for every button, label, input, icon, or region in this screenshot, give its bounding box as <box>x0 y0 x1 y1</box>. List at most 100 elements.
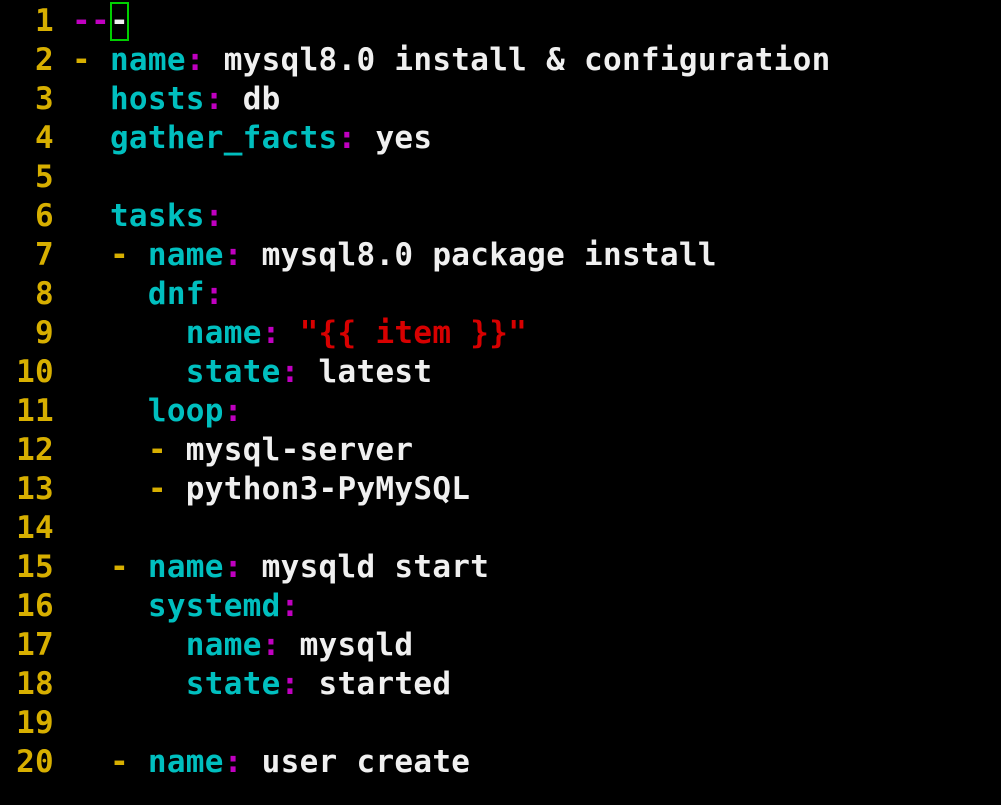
editor-line[interactable]: 20 - name: user create <box>0 743 1001 782</box>
yaml-colon: : <box>337 120 357 156</box>
yaml-colon: : <box>261 627 281 663</box>
editor-line[interactable]: 14 <box>0 509 1001 548</box>
line-number: 10 <box>16 354 54 390</box>
line-number: 7 <box>35 237 54 273</box>
line-number: 15 <box>16 549 54 585</box>
line-number: 11 <box>16 393 54 429</box>
yaml-colon: : <box>280 354 300 390</box>
document-start-marker: -- <box>72 3 110 39</box>
line-number: 14 <box>16 510 54 546</box>
line-number: 16 <box>16 588 54 624</box>
list-dash: - <box>109 237 148 273</box>
line-content: name: "{{ item }}" <box>72 314 527 353</box>
yaml-colon: : <box>280 588 300 624</box>
yaml-value: mysqld start <box>242 549 490 585</box>
line-content: - name: mysqld start <box>72 548 489 587</box>
yaml-key: state <box>185 666 281 702</box>
line-content: gather_facts: yes <box>72 119 432 158</box>
yaml-value: yes <box>356 120 433 156</box>
editor-line[interactable]: 5 <box>0 158 1001 197</box>
yaml-key: gather_facts <box>109 120 338 156</box>
yaml-value: mysqld <box>280 627 414 663</box>
text-cursor[interactable]: - <box>109 2 129 41</box>
yaml-value: user create <box>242 744 471 780</box>
yaml-key: name <box>185 315 262 351</box>
line-content: --- <box>72 2 129 41</box>
editor-line[interactable]: 3 hosts: db <box>0 80 1001 119</box>
yaml-key: dnf <box>147 276 205 312</box>
editor-line[interactable]: 18 state: started <box>0 665 1001 704</box>
yaml-key: loop <box>147 393 224 429</box>
yaml-value: started <box>299 666 452 702</box>
editor-line[interactable]: 16 systemd: <box>0 587 1001 626</box>
editor-line[interactable]: 9 name: "{{ item }}" <box>0 314 1001 353</box>
line-content: hosts: db <box>72 80 281 119</box>
line-number: 19 <box>16 705 54 741</box>
yaml-key: name <box>147 549 224 585</box>
yaml-colon: : <box>223 237 243 273</box>
yaml-colon: : <box>223 549 243 585</box>
editor-line[interactable]: 6 tasks: <box>0 197 1001 236</box>
yaml-colon: : <box>204 198 224 234</box>
line-number: 18 <box>16 666 54 702</box>
editor-line[interactable]: 13 - python3-PyMySQL <box>0 470 1001 509</box>
line-number: 9 <box>35 315 54 351</box>
yaml-value: mysql8.0 package install <box>242 237 717 273</box>
line-number: 5 <box>35 159 54 195</box>
editor-line[interactable]: 4 gather_facts: yes <box>0 119 1001 158</box>
yaml-key: hosts <box>109 81 205 117</box>
editor-line[interactable]: 1 --- <box>0 2 1001 41</box>
line-number: 1 <box>35 3 54 39</box>
yaml-colon: : <box>280 666 300 702</box>
code-editor[interactable]: 1 --- 2- name: mysql8.0 install & configur… <box>0 2 1001 805</box>
editor-lines: 1 --- 2- name: mysql8.0 install & configur… <box>0 2 1001 782</box>
editor-line[interactable]: 7 - name: mysql8.0 package install <box>0 236 1001 275</box>
editor-line[interactable]: 2- name: mysql8.0 install & configuratio… <box>0 41 1001 80</box>
yaml-value: mysql-server <box>185 432 414 468</box>
yaml-key: state <box>185 354 281 390</box>
yaml-colon: : <box>261 315 281 351</box>
yaml-key: name <box>147 744 224 780</box>
yaml-value: python3-PyMySQL <box>185 471 471 507</box>
yaml-colon: : <box>204 276 224 312</box>
yaml-string: "{{ item }}" <box>299 315 528 351</box>
line-number: 17 <box>16 627 54 663</box>
editor-line[interactable]: 11 loop: <box>0 392 1001 431</box>
yaml-value: latest <box>299 354 433 390</box>
line-content: systemd: <box>72 587 300 626</box>
line-number: 20 <box>16 744 54 780</box>
editor-line[interactable]: 15 - name: mysqld start <box>0 548 1001 587</box>
editor-line[interactable]: 10 state: latest <box>0 353 1001 392</box>
editor-line[interactable]: 19 <box>0 704 1001 743</box>
line-content: - mysql-server <box>72 431 413 470</box>
yaml-key: name <box>147 237 224 273</box>
yaml-colon: : <box>223 393 243 429</box>
line-content: state: latest <box>72 353 432 392</box>
line-content: - name: user create <box>72 743 470 782</box>
editor-line[interactable]: 8 dnf: <box>0 275 1001 314</box>
line-number: 3 <box>35 81 54 117</box>
editor-line[interactable]: 17 name: mysqld <box>0 626 1001 665</box>
yaml-colon: : <box>204 81 224 117</box>
line-number: 4 <box>35 120 54 156</box>
list-dash: - <box>147 471 186 507</box>
list-dash: - <box>147 432 186 468</box>
line-content: dnf: <box>72 275 224 314</box>
line-content: name: mysqld <box>72 626 413 665</box>
line-number: 12 <box>16 432 54 468</box>
editor-line[interactable]: 12 - mysql-server <box>0 431 1001 470</box>
yaml-value <box>281 315 300 351</box>
